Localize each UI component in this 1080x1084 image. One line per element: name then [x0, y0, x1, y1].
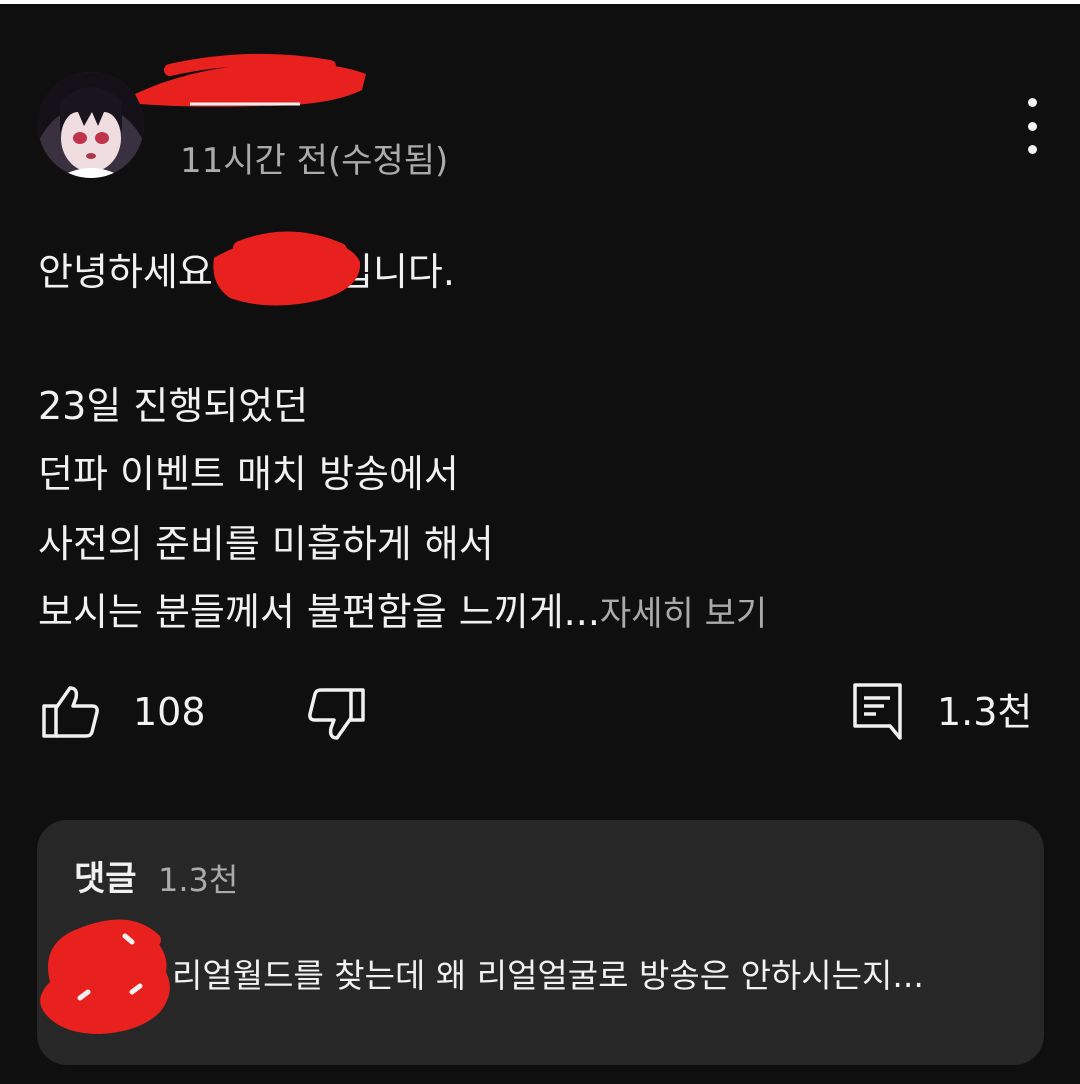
comment-timestamp[interactable]: 11시간 전(수정됨) — [180, 138, 448, 184]
comment-line-5: 사전의 준비를 미흡하게 해서 — [38, 522, 494, 566]
comment-line-6-text: 보시는 분들께서 불편함을 느끼게... — [38, 590, 600, 634]
like-count: 108 — [133, 690, 206, 734]
comment-line-4: 던파 이벤트 매치 방송에서 — [38, 452, 459, 496]
comment-line-greeting: 안녕하세요 — [38, 250, 213, 294]
more-dot — [1027, 145, 1037, 154]
reply-count: 1.3천 — [937, 690, 1033, 734]
avatar-image — [38, 72, 144, 178]
redacted-channel-name — [135, 53, 366, 107]
thumbs-down-icon[interactable] — [305, 686, 367, 742]
comment-line-3: 23일 진행되었던 — [38, 384, 309, 428]
comment-icon[interactable] — [852, 682, 904, 742]
top-border — [0, 0, 1080, 4]
comment-preview-text: 리얼월드를 찾는데 왜 리얼얼굴로 방송은 안하시는지... — [172, 956, 924, 995]
redacted-name-inline — [213, 231, 361, 306]
more-dot — [1027, 121, 1037, 131]
redacted-commenter-avatar — [40, 919, 170, 1034]
thumbs-up-icon[interactable] — [40, 684, 102, 740]
read-more-link[interactable]: 자세히 보기 — [600, 594, 767, 634]
comments-count: 1.3천 — [158, 861, 239, 899]
more-options-button[interactable] — [1010, 98, 1054, 154]
avatar[interactable] — [38, 72, 144, 178]
comment-line-6: 보시는 분들께서 불편함을 느끼게...자세히 보기 — [38, 586, 767, 640]
more-vertical-icon — [1027, 98, 1037, 107]
comments-title: 댓글 — [74, 859, 137, 899]
